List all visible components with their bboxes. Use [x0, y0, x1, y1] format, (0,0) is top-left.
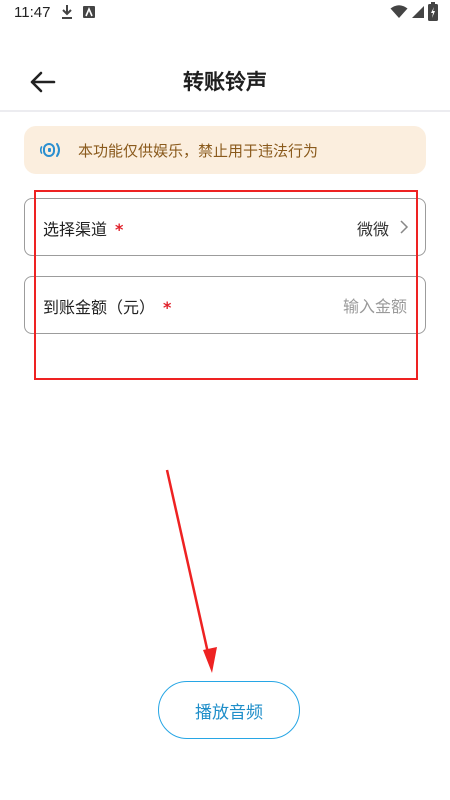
page-title: 转账铃声: [183, 70, 267, 94]
amount-input[interactable]: [245, 289, 409, 323]
amount-label: 到账金额（元） *: [43, 294, 171, 318]
amount-label-text: 到账金额（元）: [43, 298, 156, 317]
notice-banner: 本功能仅供娱乐，禁止用于违法行为: [24, 126, 426, 174]
channel-select-field[interactable]: 选择渠道 * 微微: [24, 198, 426, 256]
play-audio-button[interactable]: 播放音频: [158, 681, 300, 739]
channel-value: 微微: [356, 220, 389, 239]
amount-required-mark: *: [163, 298, 172, 317]
status-time: 11:47: [14, 4, 51, 21]
signal-icon: [412, 6, 424, 18]
app-header: 转账铃声: [0, 26, 450, 112]
wifi-icon: [390, 5, 408, 18]
download-icon: [62, 5, 72, 19]
battery-icon: [428, 2, 438, 21]
notice-text: 本功能仅供娱乐，禁止用于违法行为: [78, 141, 319, 160]
channel-required-mark: *: [115, 220, 124, 239]
sound-icon: [40, 143, 60, 157]
app-notification-icon: [83, 6, 95, 18]
chevron-right-icon: [400, 220, 409, 234]
annotation-arrow: [165, 469, 217, 673]
channel-label: 选择渠道 *: [43, 216, 123, 240]
status-bar: 11:47: [0, 0, 450, 26]
amount-field: 到账金额（元） *: [24, 276, 426, 334]
channel-label-text: 选择渠道: [43, 220, 108, 239]
